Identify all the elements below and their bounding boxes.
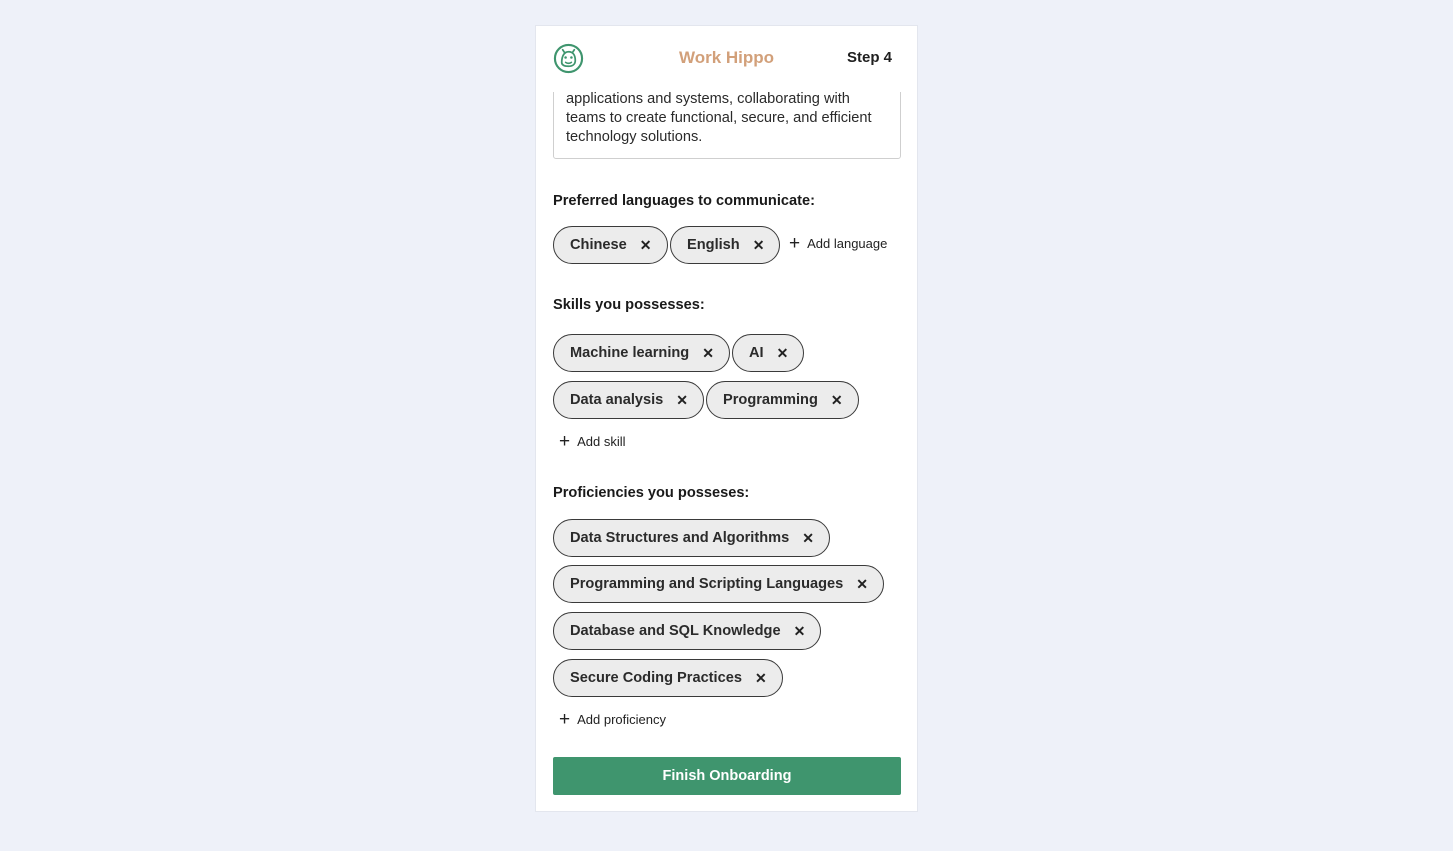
- skill-chip-label: Programming: [723, 392, 818, 408]
- add-skill-label: Add skill: [577, 434, 626, 449]
- finish-onboarding-button[interactable]: Finish Onboarding: [553, 757, 901, 795]
- skill-chip-label: Data analysis: [570, 392, 664, 408]
- close-icon[interactable]: ✕: [777, 345, 789, 362]
- proficiencies-label: Proficiencies you posseses:: [553, 485, 750, 501]
- close-icon[interactable]: ✕: [640, 237, 652, 254]
- close-icon[interactable]: ✕: [831, 392, 843, 409]
- add-language-label: Add language: [807, 236, 888, 251]
- skill-chip: AI ✕: [732, 334, 805, 372]
- close-icon[interactable]: ✕: [753, 237, 765, 254]
- language-chip: English ✕: [670, 226, 781, 264]
- skills-label: Skills you possesses:: [553, 297, 705, 313]
- proficiency-chip-label: Secure Coding Practices: [570, 670, 742, 686]
- add-proficiency-button[interactable]: + Add proficiency: [559, 710, 666, 729]
- header: Work Hippo Step 4: [536, 26, 917, 92]
- close-icon[interactable]: ✕: [794, 623, 806, 640]
- proficiency-chip: Programming and Scripting Languages ✕: [553, 565, 884, 603]
- proficiency-chip: Database and SQL Knowledge ✕: [553, 612, 822, 650]
- proficiency-chip: Data Structures and Algorithms ✕: [553, 519, 830, 557]
- step-indicator: Step 4: [846, 49, 892, 66]
- close-icon[interactable]: ✕: [676, 392, 688, 409]
- add-skill-button[interactable]: + Add skill: [559, 432, 626, 451]
- language-chip-label: Chinese: [570, 237, 627, 253]
- plus-icon: +: [789, 233, 801, 254]
- skill-chip-label: Machine learning: [570, 345, 690, 361]
- close-icon[interactable]: ✕: [802, 530, 814, 547]
- skill-chip: Programming ✕: [706, 381, 859, 419]
- languages-label: Preferred languages to communicate:: [553, 193, 815, 209]
- proficiency-chip-label: Data Structures and Algorithms: [570, 530, 790, 546]
- add-language-button[interactable]: + Add language: [789, 234, 887, 253]
- proficiency-chip: Secure Coding Practices ✕: [553, 659, 783, 697]
- language-chip: Chinese ✕: [553, 226, 668, 264]
- add-proficiency-label: Add proficiency: [577, 712, 666, 727]
- close-icon[interactable]: ✕: [755, 670, 767, 687]
- plus-icon: +: [559, 709, 571, 730]
- onboarding-card: Work Hippo Step 4 applications and syste…: [535, 25, 918, 812]
- language-chip-label: English: [687, 237, 740, 253]
- skill-chip: Machine learning ✕: [553, 334, 730, 372]
- proficiency-chip-label: Programming and Scripting Languages: [570, 576, 844, 592]
- close-icon[interactable]: ✕: [702, 345, 714, 362]
- close-icon[interactable]: ✕: [856, 576, 868, 593]
- plus-icon: +: [559, 431, 571, 452]
- proficiency-chip-label: Database and SQL Knowledge: [570, 623, 781, 639]
- about-text: applications and systems, collaborating …: [566, 91, 872, 145]
- skill-chip: Data analysis ✕: [553, 381, 705, 419]
- skill-chip-label: AI: [749, 345, 764, 361]
